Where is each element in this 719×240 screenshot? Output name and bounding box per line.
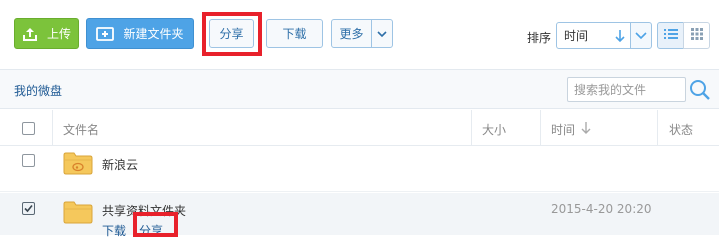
- sort-value: 时间: [564, 29, 589, 43]
- row-download-link[interactable]: 下载: [102, 222, 126, 239]
- add-folder-icon: [96, 26, 115, 42]
- folder-icon: [63, 200, 93, 227]
- chevron-down-icon: [377, 27, 387, 41]
- table-row[interactable]: 新浪云: [0, 147, 719, 192]
- column-header-name[interactable]: 文件名: [63, 121, 99, 138]
- toolbar: 上传 新建文件夹 分享 下载 更多 排序 时间: [0, 0, 719, 70]
- search-icon[interactable]: [689, 79, 711, 104]
- share-highlight-box: [202, 12, 262, 56]
- upload-button[interactable]: 上传: [14, 18, 79, 49]
- select-all-checkbox[interactable]: [22, 122, 35, 135]
- sort-label: 排序: [527, 31, 552, 45]
- row-share-highlight-box: [133, 212, 178, 237]
- column-divider: [52, 110, 53, 146]
- breadcrumb-bar: 我的微盘: [0, 69, 719, 109]
- sort-dropdown-button[interactable]: [630, 22, 652, 49]
- search-input[interactable]: [567, 77, 686, 102]
- table-header: 文件名 大小 时间 状态: [0, 110, 719, 146]
- table-row[interactable]: 共享资料文件夹 2015-4-20 20:20 下载 分享: [0, 193, 719, 238]
- new-folder-button[interactable]: 新建文件夹: [86, 18, 194, 49]
- grid-view-icon: [690, 28, 703, 43]
- sort-select[interactable]: 时间: [556, 22, 631, 49]
- upload-label: 上传: [46, 27, 71, 41]
- upload-icon: [22, 26, 38, 42]
- row-checkbox[interactable]: [22, 202, 35, 215]
- column-divider: [540, 110, 541, 146]
- sort-arrow-icon: [581, 121, 591, 138]
- column-header-status[interactable]: 状态: [669, 121, 693, 138]
- chevron-down-icon: [635, 29, 647, 43]
- more-dropdown-button[interactable]: [371, 19, 393, 48]
- download-label: 下载: [282, 27, 307, 41]
- row-checkbox[interactable]: [22, 154, 35, 167]
- download-button[interactable]: 下载: [266, 19, 323, 48]
- list-view-icon: [663, 28, 678, 43]
- grid-view-button[interactable]: [683, 22, 710, 49]
- file-name[interactable]: 新浪云: [102, 156, 138, 173]
- more-button[interactable]: 更多: [331, 19, 372, 48]
- list-view-button[interactable]: [657, 22, 684, 49]
- more-label: 更多: [339, 27, 364, 41]
- file-time: 2015-4-20 20:20: [551, 202, 652, 216]
- check-icon: [24, 204, 33, 213]
- folder-icon: [63, 151, 93, 178]
- column-divider: [471, 110, 472, 146]
- column-divider: [657, 110, 658, 146]
- new-folder-label: 新建文件夹: [123, 27, 184, 41]
- sort-direction-icon: [614, 28, 626, 47]
- column-header-size[interactable]: 大小: [482, 121, 506, 138]
- breadcrumb-my-drive[interactable]: 我的微盘: [14, 82, 62, 99]
- column-header-time[interactable]: 时间: [551, 121, 575, 138]
